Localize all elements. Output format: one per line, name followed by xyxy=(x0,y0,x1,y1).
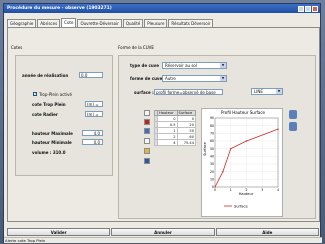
chart-legend: Surface xyxy=(224,205,248,209)
aide-button[interactable]: Aide xyxy=(215,228,319,236)
annee-input[interactable]: 0.0 xyxy=(79,72,103,78)
data-point xyxy=(277,128,279,130)
annuler-button[interactable]: Annuler xyxy=(111,228,215,236)
tab-cote[interactable]: Cote xyxy=(61,18,77,27)
x-tick-label: 1 xyxy=(230,188,232,192)
add-row-icon[interactable] xyxy=(144,128,150,134)
type-cuve-label: type de cuve xyxy=(130,63,159,68)
tab-bar: Géographie Abrisces Cote Ouvrette-Dévers… xyxy=(7,18,214,27)
cell-hauteur[interactable]: 4 xyxy=(157,139,178,146)
chevron-down-icon: ▼ xyxy=(220,76,226,81)
hauteur-min-input[interactable]: 0.0 xyxy=(82,139,103,145)
chevron-down-icon: ▼ xyxy=(220,63,226,68)
tab-abrisces[interactable]: Abrisces xyxy=(37,19,61,27)
y-tick-label: 70 xyxy=(210,132,214,136)
close-button[interactable] xyxy=(312,5,318,12)
window-title: Procédure du mesure - observe (1903271) xyxy=(7,6,112,11)
profil-chart: Profil Hauteur Surface Surface Hauteur 0… xyxy=(203,110,279,209)
tab-pleusure[interactable]: Pleusure xyxy=(144,19,168,27)
x-tick-label: 4 xyxy=(277,188,279,192)
window-titlebar[interactable]: Procédure du mesure - observe (1903271) xyxy=(4,4,320,13)
lineaire-value: LINE xyxy=(254,89,263,94)
forme-group-title: Forme de la CUVE xyxy=(118,45,154,50)
status-bar: Alerte cote Trop Plein xyxy=(4,237,322,243)
minimize-button[interactable] xyxy=(298,5,304,12)
x-tick-label: 0 xyxy=(214,188,216,192)
type-cuve-value: Réservoir au sol xyxy=(165,63,197,68)
dialog-window: Procédure du mesure - observe (1903271) … xyxy=(3,3,322,243)
cote-radier-label: cote Radier xyxy=(32,112,58,117)
open-folder-icon[interactable] xyxy=(144,148,150,154)
legend-label: Surface xyxy=(234,205,248,209)
hauteur-min-label: hauteur Minimale xyxy=(32,140,72,145)
forme-cuve-select[interactable]: Autre ▼ xyxy=(162,75,227,82)
chart-axes: 01020304050607080900 1 2 3 4 xyxy=(210,116,279,192)
type-cuve-select[interactable]: Réservoir au sol ▼ xyxy=(162,62,227,69)
trop-plein-checkbox[interactable]: ✓ xyxy=(33,92,37,96)
annee-label: année de réalisation xyxy=(22,73,69,78)
forme-cuve-label: forme de cuve xyxy=(130,76,163,81)
y-tick-label: 50 xyxy=(210,147,214,151)
print-icon[interactable] xyxy=(289,122,297,131)
hauteur-max-label: hauteur Maximale xyxy=(32,131,73,136)
trop-plein-check-label: Trop-Plein activé xyxy=(39,92,72,97)
table-row[interactable]: 4 75.44 xyxy=(154,139,196,146)
y-tick-label: 90 xyxy=(210,116,214,120)
person-icon[interactable] xyxy=(289,110,297,119)
surface-input[interactable]: profil forme=observé de base xyxy=(154,89,223,95)
data-point xyxy=(230,147,232,150)
cote-trop-plein-input[interactable]: (m) = xyxy=(85,101,103,107)
surface-label: surface : xyxy=(134,90,154,95)
data-point xyxy=(214,186,216,188)
y-tick-label: 20 xyxy=(210,170,214,174)
cell-surface[interactable]: 75.44 xyxy=(176,139,196,146)
copy-icon[interactable] xyxy=(144,138,150,144)
volume-text: volume : 310.0 xyxy=(32,150,66,155)
y-tick-label: 10 xyxy=(210,178,214,182)
chart-title: Profil Hauteur Surface xyxy=(221,110,266,115)
forme-cuve-value: Autre xyxy=(165,76,176,81)
y-tick-label: 80 xyxy=(210,124,214,128)
tab-resultats-deversoir[interactable]: Résultats Déversoir xyxy=(168,19,214,27)
chart-y-label: Surface xyxy=(203,141,207,155)
cote-radier-input[interactable]: (m) = xyxy=(85,111,103,117)
save-icon[interactable] xyxy=(144,158,150,164)
x-tick-label: 3 xyxy=(261,188,263,192)
tab-geographie[interactable]: Géographie xyxy=(7,19,37,27)
chart-x-label: Hauteur xyxy=(239,192,254,196)
chevron-down-icon: ▼ xyxy=(276,89,282,94)
cote-trop-plein-label: cote Trop Plein xyxy=(32,102,66,107)
y-tick-label: 40 xyxy=(210,155,214,159)
data-point xyxy=(245,140,248,142)
y-tick-label: 30 xyxy=(210,162,214,166)
x-tick-label: 2 xyxy=(245,188,247,192)
data-point xyxy=(222,170,224,173)
hauteur-max-input[interactable]: 4.0 xyxy=(82,130,103,136)
tab-ouvrette-deversoir[interactable]: Ouvrette-Déversoir xyxy=(77,19,122,27)
hauteur-surface-table[interactable]: Hauteur Surface 0 0 0.5 20 1 50 2 60 4 7… xyxy=(154,110,196,146)
maximize-button[interactable] xyxy=(305,5,311,12)
y-tick-label: 60 xyxy=(210,139,214,143)
window-controls xyxy=(298,5,318,12)
lineaire-select[interactable]: LINE ▼ xyxy=(251,88,283,95)
delete-row-icon[interactable] xyxy=(144,119,150,125)
cotes-group-title: Cotes xyxy=(11,45,23,50)
button-bar: Valider Annuler Aide xyxy=(7,228,320,236)
tab-qualite[interactable]: Qualité xyxy=(122,19,144,27)
valider-button[interactable]: Valider xyxy=(7,228,111,236)
chart-grid xyxy=(214,117,279,188)
tab-panel-cote: Cotes année de réalisation 0.0 ✓ Trop-Pl… xyxy=(7,27,320,222)
table-grid-icon[interactable] xyxy=(144,110,150,116)
chart-panel: Profil Hauteur Surface Surface Hauteur 0… xyxy=(201,108,283,217)
